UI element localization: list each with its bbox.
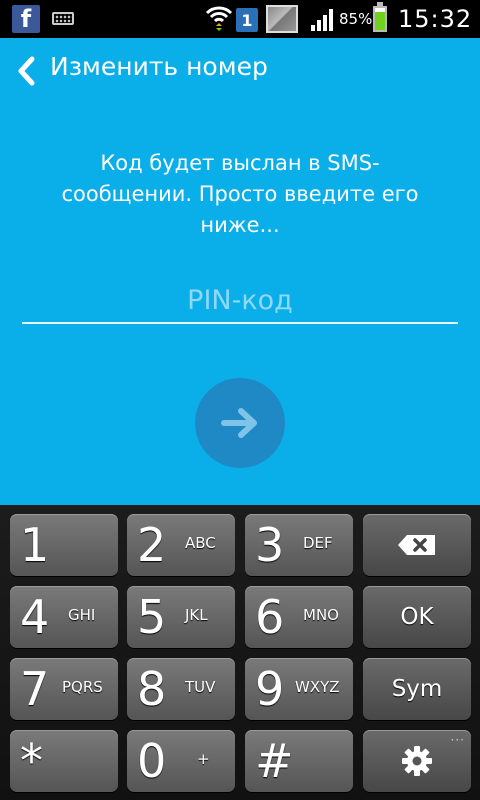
instruction-text: Код будет выслан в SMS-сообщении. Просто…: [61, 151, 419, 237]
key-letters: ABC: [185, 534, 216, 552]
keyboard-icon: [52, 12, 74, 25]
key-hash[interactable]: #: [245, 730, 353, 792]
key-digit: 2: [137, 518, 167, 572]
key-letters: PQRS: [62, 678, 103, 696]
key-digit: 8: [137, 662, 167, 716]
key-1[interactable]: 1: [10, 514, 118, 576]
key-digit: 4: [20, 590, 50, 644]
key-9[interactable]: 9 WXYZ: [245, 658, 353, 720]
key-digit: #: [255, 734, 294, 788]
clock: 15:32: [398, 5, 473, 33]
key-letters: DEF: [303, 534, 333, 552]
key-4[interactable]: 4 GHI: [10, 586, 118, 648]
key-letters: GHI: [68, 606, 96, 624]
key-7[interactable]: 7 PQRS: [10, 658, 118, 720]
backspace-icon: [398, 535, 435, 555]
sim-icon: 1: [236, 8, 258, 32]
key-5[interactable]: 5 JKL: [127, 586, 235, 648]
battery-icon: [373, 2, 387, 32]
battery-percent: 85%: [339, 10, 373, 28]
key-0[interactable]: 0 +: [127, 730, 235, 792]
key-digit: *: [20, 734, 43, 788]
key-digit: 9: [255, 662, 285, 716]
wifi-icon: [205, 6, 233, 31]
gear-icon: [402, 746, 432, 776]
status-bar: f 1 85% 15:32: [0, 0, 480, 38]
settings-key[interactable]: ···: [363, 730, 471, 792]
key-digit: 5: [137, 590, 167, 644]
facebook-icon: f: [12, 5, 40, 33]
key-6[interactable]: 6 MNO: [245, 586, 353, 648]
header: Изменить номер: [0, 38, 480, 102]
sym-label: Sym: [391, 676, 443, 702]
key-8[interactable]: 8 TUV: [127, 658, 235, 720]
ok-label: OK: [400, 604, 434, 630]
key-digit: 7: [20, 662, 50, 716]
backspace-key[interactable]: [363, 514, 471, 576]
page-title[interactable]: Изменить номер: [50, 52, 268, 81]
key-2[interactable]: 2 ABC: [127, 514, 235, 576]
key-letters: TUV: [185, 678, 216, 696]
chevron-left-icon[interactable]: [16, 56, 36, 86]
key-star[interactable]: *: [10, 730, 118, 792]
key-letters: JKL: [185, 606, 208, 624]
key-3[interactable]: 3 DEF: [245, 514, 353, 576]
pin-input[interactable]: [22, 278, 458, 324]
gallery-icon: [266, 5, 298, 33]
key-digit: 0: [137, 734, 167, 788]
key-letters: WXYZ: [295, 678, 340, 696]
key-letters: MNO: [303, 606, 339, 624]
key-digit: 1: [20, 518, 50, 572]
key-digit: 6: [255, 590, 285, 644]
key-letters: +: [197, 750, 210, 768]
arrow-right-icon: [221, 408, 257, 438]
sym-key[interactable]: Sym: [363, 658, 471, 720]
key-digit: 3: [255, 518, 285, 572]
ok-key[interactable]: OK: [363, 586, 471, 648]
signal-icon: [311, 9, 333, 31]
submit-button[interactable]: [195, 378, 285, 468]
numeric-keypad: 1 2 ABC 3 DEF 4 GHI 5 JKL 6 MNO OK 7 PQR…: [0, 505, 480, 800]
